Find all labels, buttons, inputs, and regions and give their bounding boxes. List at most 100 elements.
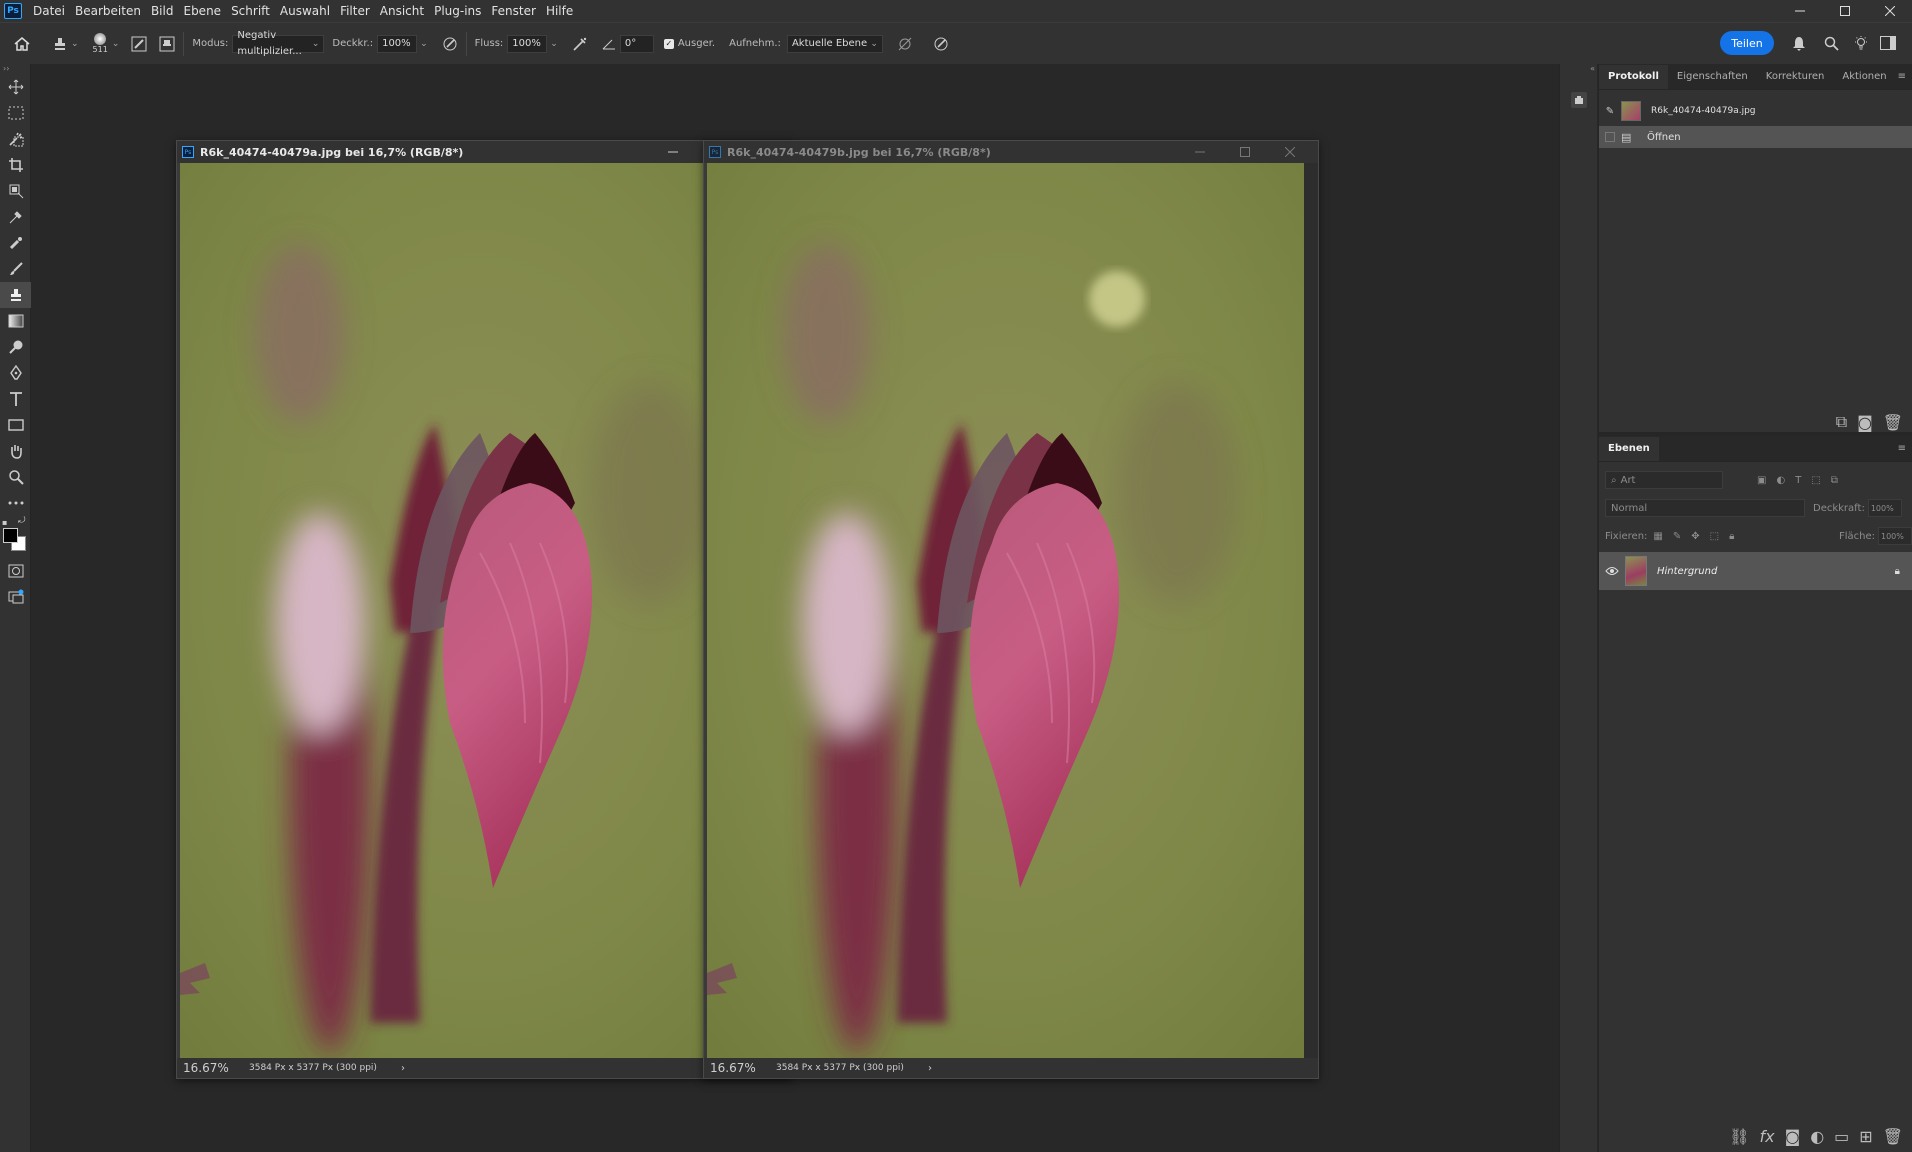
clone-stamp-tool-icon[interactable] (0, 282, 31, 308)
move-tool-icon[interactable] (0, 74, 31, 100)
history-snapshot[interactable]: ✎ R6k_40474-40479a.jpg (1599, 96, 1912, 126)
tab-eigenschaften[interactable]: Eigenschaften (1668, 65, 1757, 89)
collapse-toolbar-icon[interactable]: ›› (0, 64, 30, 74)
opacity-chevron-icon[interactable]: ⌄ (420, 39, 428, 49)
new-layer-icon[interactable]: ⊞ (1859, 1127, 1872, 1146)
minimize-icon[interactable] (1177, 141, 1222, 163)
zoom-level[interactable]: 16.67% (183, 1061, 249, 1075)
default-colors-icon[interactable]: ▪ (2, 518, 7, 527)
fill-input[interactable]: 100% (1878, 527, 1912, 545)
menu-plugins[interactable]: Plug-ins (429, 0, 486, 22)
pressure-size-icon[interactable] (933, 36, 949, 52)
maximize-icon[interactable] (1822, 0, 1867, 22)
quick-mask-icon[interactable] (0, 558, 31, 584)
layer-name[interactable]: Hintergrund (1657, 566, 1717, 577)
add-mask-icon[interactable]: ◙ (1785, 1127, 1801, 1146)
menu-datei[interactable]: Datei (28, 0, 70, 22)
hand-tool-icon[interactable] (0, 438, 31, 464)
layer-style-icon[interactable]: fx (1760, 1127, 1775, 1146)
menu-hilfe[interactable]: Hilfe (541, 0, 578, 22)
statusbar-menu-icon[interactable]: › (401, 1063, 405, 1074)
menu-ebene[interactable]: Ebene (178, 0, 226, 22)
minimize-icon[interactable] (650, 141, 695, 163)
document-titlebar[interactable]: Ps R6k_40474-40479b.jpg bei 16,7% (RGB/8… (704, 141, 1318, 163)
eyedropper-tool-icon[interactable] (0, 204, 31, 230)
zoom-tool-icon[interactable] (0, 464, 31, 490)
filter-smartobject-icon[interactable]: ⧉ (1831, 475, 1838, 486)
trash-icon[interactable]: 🗑 (1883, 1127, 1903, 1146)
adjustment-layer-icon[interactable]: ◐ (1810, 1127, 1824, 1146)
pen-tool-icon[interactable] (0, 360, 31, 386)
mode-select[interactable]: Negativ multiplizier... ⌄ (232, 30, 325, 57)
discover-icon[interactable] (1852, 34, 1870, 52)
notifications-icon[interactable] (1790, 34, 1808, 52)
layer-opacity-input[interactable]: 100% (1867, 499, 1902, 517)
brush-settings-icon[interactable] (131, 36, 147, 52)
layer-filter-select[interactable]: ⌕ Art (1605, 471, 1723, 489)
menu-bild[interactable]: Bild (146, 0, 179, 22)
angle-input[interactable]: 0° (619, 34, 654, 53)
panel-menu-icon[interactable]: ≡ (1898, 65, 1906, 89)
history-state[interactable]: ▤ Öffnen (1599, 126, 1912, 148)
clone-source-icon[interactable] (159, 36, 175, 52)
tab-aktionen[interactable]: Aktionen (1833, 65, 1895, 89)
plugin-panel-icon[interactable] (1571, 92, 1587, 108)
filter-pixel-icon[interactable]: ▣ (1757, 475, 1766, 486)
flow-input[interactable]: 100% (507, 34, 548, 53)
camera-icon[interactable]: ◙ (1857, 413, 1873, 432)
menu-filter[interactable]: Filter (335, 0, 375, 22)
vertical-scrollbar[interactable] (1304, 163, 1318, 1059)
visibility-eye-icon[interactable] (1599, 566, 1625, 576)
blend-mode-select[interactable]: Normal (1605, 499, 1805, 517)
filter-shape-icon[interactable]: ⬚ (1811, 475, 1820, 486)
lock-position-icon[interactable]: ✥ (1691, 531, 1699, 542)
rectangle-tool-icon[interactable] (0, 412, 31, 438)
filter-type-icon[interactable]: T (1795, 475, 1801, 486)
tab-korrekturen[interactable]: Korrekturen (1757, 65, 1834, 89)
menu-bearbeiten[interactable]: Bearbeiten (70, 0, 146, 22)
menu-ansicht[interactable]: Ansicht (375, 0, 429, 22)
history-brush-source-icon[interactable]: ✎ (1599, 106, 1621, 117)
sample-select[interactable]: Aktuelle Ebene ⌄ (786, 34, 883, 53)
new-group-icon[interactable]: ▭ (1834, 1127, 1849, 1146)
more-tools-icon[interactable] (0, 490, 31, 516)
close-icon[interactable] (1867, 0, 1912, 22)
crop-tool-icon[interactable] (0, 152, 31, 178)
document-titlebar[interactable]: Ps R6k_40474-40479a.jpg bei 16,7% (RGB/8… (177, 141, 791, 163)
airbrush-icon[interactable] (572, 36, 588, 52)
lock-transparency-icon[interactable]: ▦ (1653, 531, 1662, 542)
link-layers-icon[interactable]: ⛓ (1729, 1127, 1749, 1146)
menu-auswahl[interactable]: Auswahl (275, 0, 335, 22)
statusbar-menu-icon[interactable]: › (928, 1063, 932, 1074)
lock-all-icon[interactable]: 🔒︎ (1729, 531, 1734, 542)
healing-brush-tool-icon[interactable] (0, 230, 31, 256)
zoom-level[interactable]: 16.67% (710, 1061, 776, 1075)
brush-preset-picker[interactable]: 511 (93, 33, 108, 54)
screen-mode-icon[interactable] (0, 584, 31, 610)
opacity-input[interactable]: 100% (377, 34, 418, 53)
document-image[interactable] (707, 163, 1305, 1059)
trash-icon[interactable]: 🗑 (1883, 413, 1903, 432)
menu-fenster[interactable]: Fenster (486, 0, 541, 22)
close-icon[interactable] (1267, 141, 1312, 163)
workspace-icon[interactable] (1879, 34, 1897, 52)
frame-tool-icon[interactable] (0, 178, 31, 204)
gradient-tool-icon[interactable] (0, 308, 31, 334)
panel-menu-icon[interactable]: ≡ (1898, 437, 1906, 461)
dodge-tool-icon[interactable] (0, 334, 31, 360)
minimize-icon[interactable] (1777, 0, 1822, 22)
filter-adjustment-icon[interactable]: ◐ (1776, 475, 1785, 486)
document-image[interactable] (180, 163, 778, 1059)
document-window-a[interactable]: Ps R6k_40474-40479a.jpg bei 16,7% (RGB/8… (176, 140, 792, 1079)
aligned-checkbox[interactable]: ✓ (663, 38, 674, 49)
pressure-opacity-icon[interactable] (442, 36, 458, 52)
document-window-b[interactable]: Ps R6k_40474-40479b.jpg bei 16,7% (RGB/8… (703, 140, 1319, 1079)
object-selection-tool-icon[interactable] (0, 126, 31, 152)
tab-ebenen[interactable]: Ebenen (1599, 437, 1659, 461)
layer-row[interactable]: Hintergrund 🔒︎ (1599, 552, 1912, 590)
collapse-dock-icon[interactable]: « (1560, 64, 1597, 78)
layer-lock-icon[interactable]: 🔒︎ (1895, 566, 1900, 577)
clone-stamp-tool-icon[interactable]: ⌄ (52, 36, 79, 52)
ignore-adjustment-icon[interactable] (897, 36, 913, 52)
flow-chevron-icon[interactable]: ⌄ (550, 39, 558, 49)
